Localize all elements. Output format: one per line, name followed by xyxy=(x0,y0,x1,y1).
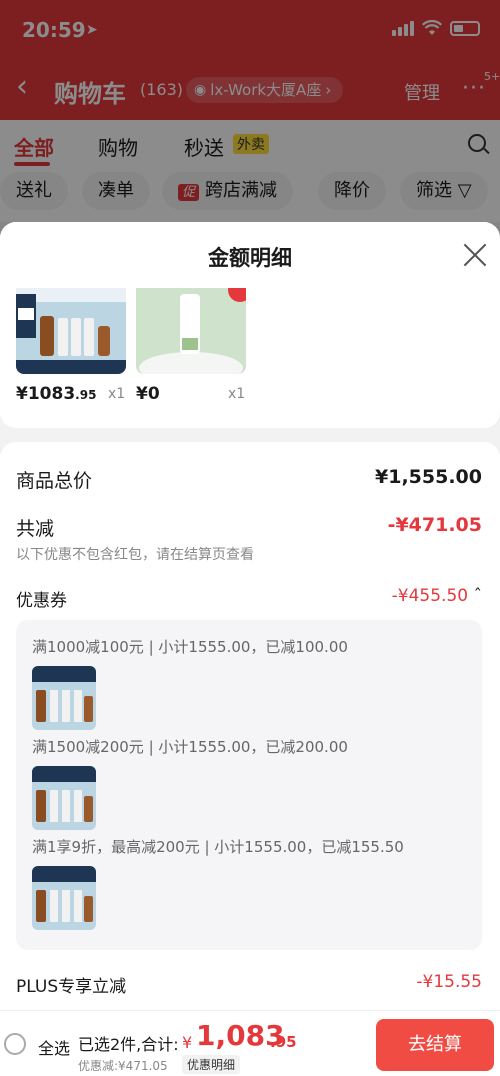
currency-symbol: ¥ xyxy=(182,1033,193,1052)
selected-info: 已选2件,合计: xyxy=(78,1035,179,1054)
product-image xyxy=(16,288,126,374)
coupon-line: 满1享9折，最高减200元 | 小计1555.00，已减155.50 xyxy=(32,838,404,856)
checkout-button[interactable]: 去结算 xyxy=(376,1019,494,1071)
coupon-label: 优惠券 xyxy=(16,591,67,611)
product-price: ¥0 xyxy=(136,384,160,404)
amount-detail-sheet: 金额明细 ¥1083.95 x1 ¥0 x1 商品总价 ¥1,555.00 共减… xyxy=(0,222,500,1076)
goods-total-value: ¥1,555.00 xyxy=(375,466,482,488)
reduce-note: 以下优惠不包含红包，请在结算页查看 xyxy=(16,547,254,563)
product-image xyxy=(136,288,246,374)
coupon-product-thumb xyxy=(32,666,96,730)
coupon-line: 满1500减200元 | 小计1555.00，已减200.00 xyxy=(32,738,348,756)
chevron-up-icon: ˆ xyxy=(473,586,483,606)
close-icon[interactable] xyxy=(462,242,488,268)
checkout-bar: 全选 已选2件,合计: ¥ 1,083 .95 优惠减:¥471.05 优惠明细… xyxy=(0,1010,500,1076)
coupon-line: 满1000减100元 | 小计1555.00，已减100.00 xyxy=(32,638,348,656)
sheet-title: 金额明细 xyxy=(208,246,292,270)
select-all-label[interactable]: 全选 xyxy=(38,1035,70,1059)
coupon-product-thumb xyxy=(32,866,96,930)
coupon-toggle[interactable]: -¥455.50 ˆ xyxy=(392,586,482,606)
product-qty: x1 xyxy=(228,386,246,402)
coupon-value: -¥455.50 xyxy=(391,586,469,606)
goods-total-label: 商品总价 xyxy=(16,470,93,492)
coupon-detail-box: 满1000减100元 | 小计1555.00，已减100.00 满1500减20… xyxy=(16,620,482,950)
product-qty: x1 xyxy=(108,386,126,402)
select-all-radio[interactable] xyxy=(4,1033,26,1055)
total-reduce-value: -¥471.05 xyxy=(387,514,482,536)
sheet-header: 金额明细 xyxy=(0,222,500,288)
plus-discount-label: PLUS专享立减 xyxy=(16,977,127,997)
coupon-product-thumb xyxy=(32,766,96,830)
product-price: ¥1083.95 xyxy=(16,384,97,404)
product-summary-card: ¥1083.95 x1 ¥0 x1 xyxy=(0,288,500,428)
total-reduce-label: 共减 xyxy=(16,518,55,540)
discount-summary: 优惠减:¥471.05 xyxy=(78,1059,168,1073)
plus-discount-value: -¥15.55 xyxy=(416,972,482,992)
discount-detail-button[interactable]: 优惠明细 xyxy=(182,1055,241,1074)
total-amount-decimal: .95 xyxy=(270,1033,297,1051)
